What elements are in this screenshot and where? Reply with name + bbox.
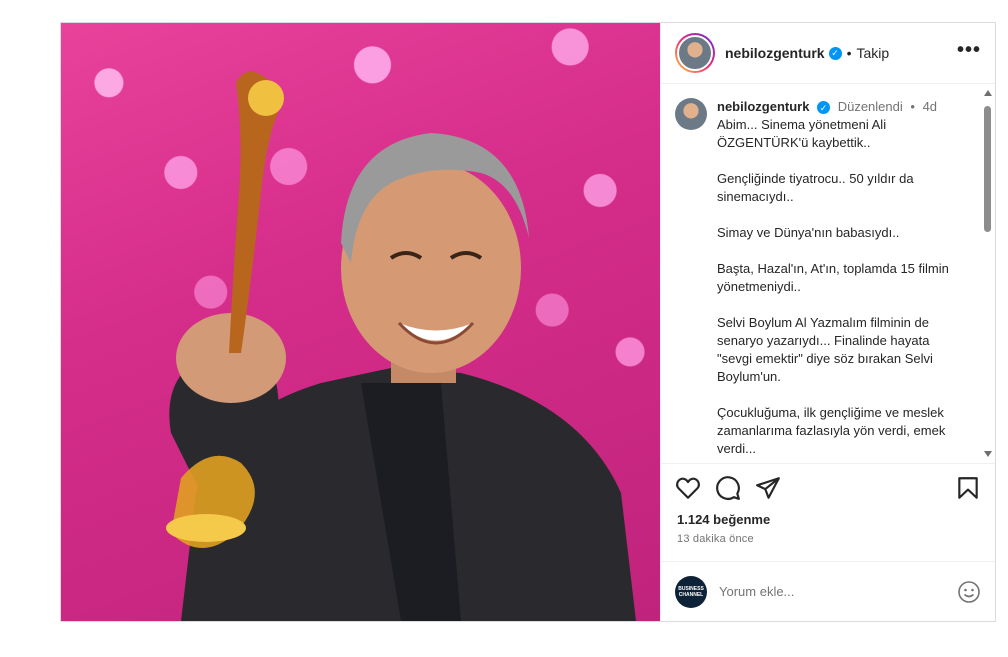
caption-line: Abim... Sinema yönetmeni Ali	[717, 117, 887, 132]
verified-badge-icon: ✓	[828, 46, 842, 60]
avatar-text: BUSINESS	[678, 585, 704, 592]
caption-line: yönetmeniydi..	[717, 279, 801, 294]
post-photo-illustration	[166, 71, 636, 621]
caption-line: Çocukluğuma, ilk gençliğime ve meslek	[717, 405, 944, 420]
caption-paragraph-gap	[717, 386, 949, 404]
caption-body: nebilozgenturk ✓ Düzenlendi • 4d Abim...…	[717, 98, 949, 458]
action-bar	[661, 464, 995, 512]
caption-paragraph-gap	[717, 206, 949, 224]
caption-line: Gençliğinde tiyatrocu.. 50 yıldır da	[717, 171, 914, 186]
caption: nebilozgenturk ✓ Düzenlendi • 4d Abim...…	[661, 84, 995, 458]
caption-line: Boylum'un.	[717, 369, 781, 384]
edited-label: Düzenlendi	[837, 99, 903, 114]
caption-line: verdi...	[717, 441, 757, 456]
caption-paragraph-gap	[717, 242, 949, 260]
caption-text: Abim... Sinema yönetmeni Ali ÖZGENTÜRK'ü …	[717, 116, 949, 458]
separator-dot: •	[910, 99, 915, 114]
caption-line: Selvi Boylum Al Yazmalım filminin de	[717, 315, 929, 330]
verified-badge-icon: ✓	[817, 101, 831, 115]
caption-paragraph-gap	[717, 296, 949, 314]
bookmark-icon[interactable]	[955, 475, 981, 501]
story-ring[interactable]	[675, 33, 715, 73]
avatar-text: CHANNEL	[678, 591, 704, 598]
commenter-avatar: BUSINESS CHANNEL	[675, 575, 707, 608]
heart-icon[interactable]	[675, 475, 701, 501]
scroll-down-arrow-icon[interactable]	[984, 451, 992, 457]
caption-line: senaryo yazarıydı... Finalinde hayata	[717, 333, 930, 348]
caption-age[interactable]: 4d	[923, 99, 937, 114]
scroll-up-arrow-icon[interactable]	[984, 90, 992, 96]
caption-username[interactable]: nebilozgenturk	[717, 99, 809, 114]
post-username[interactable]: nebilozgenturk	[725, 45, 825, 61]
avatar	[675, 98, 707, 130]
comment-bar: BUSINESS CHANNEL	[661, 561, 995, 621]
post-header: nebilozgenturk ✓ • Takip •••	[661, 23, 995, 84]
comment-icon[interactable]	[715, 475, 741, 501]
separator-dot: •	[846, 45, 852, 61]
caption-line: sinemacıydı..	[717, 189, 794, 204]
scroll-thumb[interactable]	[984, 106, 991, 232]
instagram-post: nebilozgenturk ✓ • Takip ••• nebilozgent…	[60, 22, 996, 622]
emoji-icon[interactable]	[957, 580, 981, 604]
more-options-icon[interactable]: •••	[957, 39, 981, 68]
likes-count[interactable]: 1.124 beğenme	[661, 512, 995, 527]
caption-header: nebilozgenturk ✓ Düzenlendi • 4d	[717, 98, 949, 116]
comment-input[interactable]	[719, 584, 957, 599]
caption-line: "sevgi emektir" diye söz bırakan Selvi	[717, 351, 933, 366]
caption-avatar[interactable]	[675, 98, 707, 130]
share-icon[interactable]	[755, 475, 781, 501]
caption-scroll-area[interactable]: nebilozgenturk ✓ Düzenlendi • 4d Abim...…	[661, 84, 995, 464]
caption-paragraph-gap	[717, 152, 949, 170]
caption-line: Simay ve Dünya'nın babasıydı..	[717, 225, 900, 240]
caption-line: Başta, Hazal'ın, At'ın, toplamda 15 film…	[717, 261, 949, 276]
caption-scrollbar[interactable]	[983, 90, 993, 457]
caption-line: zamanlarıma fazlasıyla yön verdi, emek	[717, 423, 946, 438]
caption-line: ÖZGENTÜRK'ü kaybettik..	[717, 135, 871, 150]
avatar[interactable]	[677, 35, 713, 71]
post-timestamp[interactable]: 13 dakika önce	[661, 527, 995, 545]
post-sidebar: nebilozgenturk ✓ • Takip ••• nebilozgent…	[660, 23, 995, 621]
follow-button[interactable]: Takip	[856, 45, 889, 61]
post-image[interactable]	[61, 23, 660, 621]
